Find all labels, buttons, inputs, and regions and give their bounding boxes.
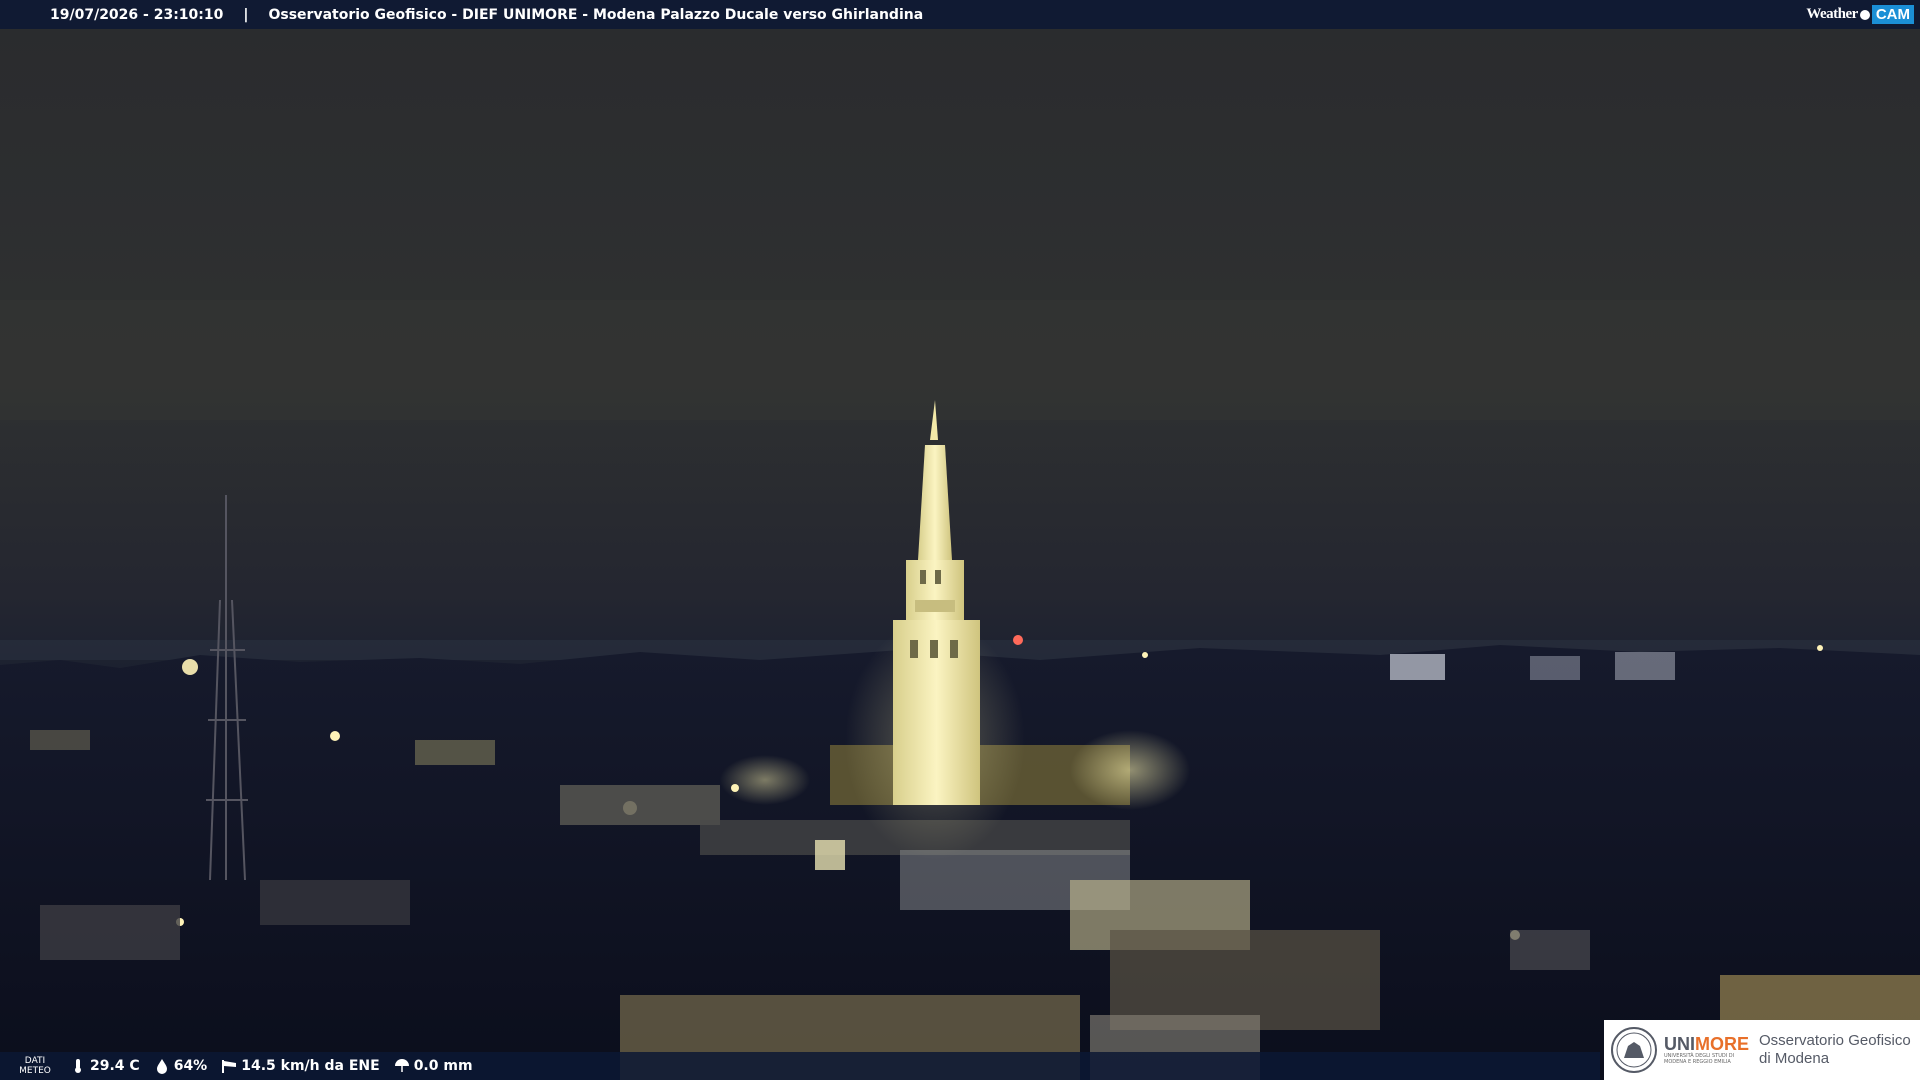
- unimore-name-part1: UNI: [1664, 1034, 1695, 1054]
- weathercam-logo: Weather CAM: [1806, 0, 1920, 29]
- rain-value: 0.0 mm: [413, 1058, 473, 1074]
- university-seal-icon: [1611, 1027, 1657, 1073]
- unimore-name-part2: MORE: [1695, 1034, 1749, 1054]
- observatory-name-line1: Osservatorio Geofisico: [1759, 1032, 1911, 1049]
- webcam-night-view: [0, 0, 1920, 1080]
- separator: |: [243, 6, 249, 23]
- camera-location-title: Osservatorio Geofisico - DIEF UNIMORE - …: [268, 6, 924, 23]
- humidity-value: 64%: [173, 1058, 208, 1074]
- weathercam-logo-cam: CAM: [1871, 5, 1914, 24]
- thermometer-icon: [70, 1058, 86, 1074]
- humidity-reading: 64%: [154, 1058, 208, 1074]
- humidity-drop-icon: [154, 1058, 170, 1074]
- observatory-name-line2: di Modena: [1759, 1050, 1830, 1067]
- sun-icon: [1859, 9, 1870, 20]
- wind-reading: 14.5 km/h da ENE: [221, 1058, 380, 1074]
- top-info-bar: 19/07/2026 - 23:10:10 | Osservatorio Geo…: [0, 0, 1920, 29]
- lit-building: [1390, 654, 1445, 680]
- weathercam-logo-weather: Weather: [1806, 6, 1858, 22]
- wind-value: 14.5 km/h da ENE: [241, 1058, 380, 1074]
- rain-umbrella-icon: [394, 1058, 410, 1074]
- wind-sock-icon: [221, 1058, 237, 1074]
- temperature-value: 29.4 C: [90, 1058, 140, 1074]
- weather-data-bar: DATI METEO 29.4 C 64% 14.5 km/h da ENE 0…: [0, 1052, 1600, 1080]
- dati-meteo-label: DATI METEO: [19, 1056, 51, 1076]
- timestamp: 19/07/2026 - 23:10:10: [50, 6, 224, 23]
- unimore-logo: UNIMORE UNIVERSITÀ DEGLI STUDI DI MODENA…: [1604, 1020, 1920, 1080]
- unimore-subtitle: UNIVERSITÀ DEGLI STUDI DI MODENA E REGGI…: [1664, 1053, 1735, 1065]
- temperature-reading: 29.4 C: [70, 1058, 140, 1074]
- rain-reading: 0.0 mm: [394, 1058, 473, 1074]
